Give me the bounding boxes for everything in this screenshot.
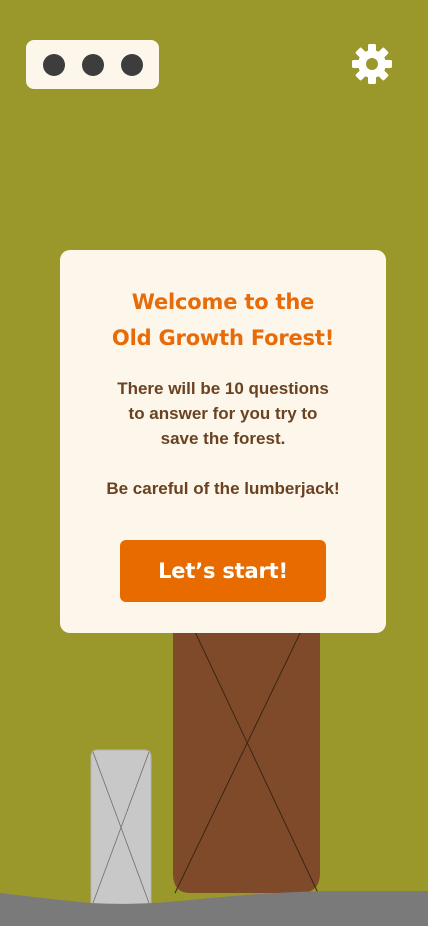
dialog-instructions: There will be 10 questions to answer for…	[60, 376, 386, 451]
instructions-line: There will be 10 questions	[117, 379, 329, 398]
instructions-line: to answer for you try to	[128, 404, 318, 423]
start-button[interactable]: Let’s start!	[120, 540, 326, 602]
lumberjack-warning: Be careful of the lumberjack!	[106, 479, 340, 498]
instructions-line: save the forest.	[160, 429, 286, 448]
dialog-title: Welcome to the Old Growth Forest!	[60, 284, 386, 356]
game-scene: Welcome to the Old Growth Forest! There …	[0, 0, 428, 926]
menu-dot-icon	[43, 54, 65, 76]
menu-dot-icon	[121, 54, 143, 76]
dialog-title-line: Old Growth Forest!	[111, 326, 335, 350]
welcome-dialog: Welcome to the Old Growth Forest! There …	[60, 250, 386, 633]
settings-button[interactable]	[351, 43, 393, 85]
tree-trunk	[173, 599, 320, 894]
menu-dot-icon	[82, 54, 104, 76]
dialog-title-line: Welcome to the	[131, 290, 315, 314]
ground	[0, 891, 428, 926]
stump-placeholder	[90, 749, 152, 906]
gear-icon	[352, 44, 392, 84]
menu-button[interactable]	[26, 40, 159, 89]
